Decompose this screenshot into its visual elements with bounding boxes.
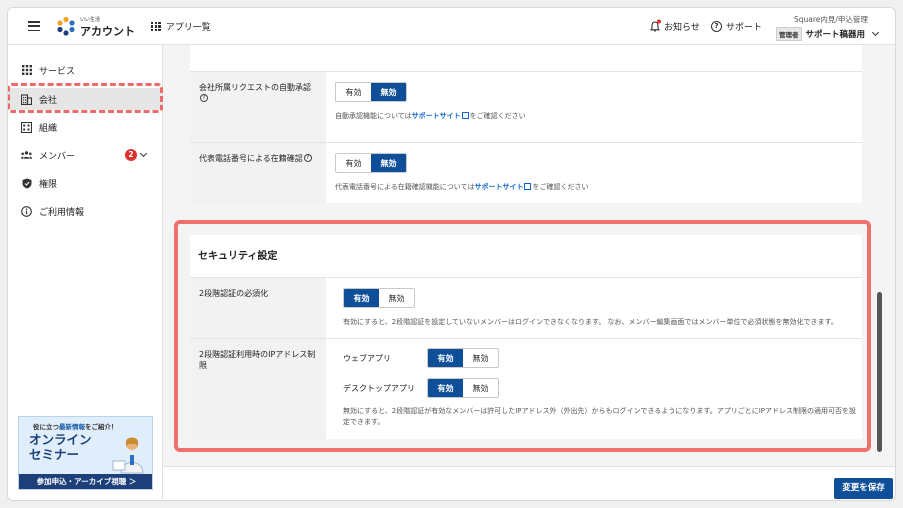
support-site-link[interactable]: サポートサイト: [412, 112, 461, 120]
sidebar: サービス 会社 組織 メンバー 2 権限 ご利用情報 役に立つ最新情報をご紹介！…: [8, 45, 163, 500]
chevron-down-icon[interactable]: [139, 149, 148, 158]
notice-label: お知らせ: [664, 23, 700, 33]
footer-bar: 変更を保存: [163, 466, 895, 500]
sidebar-item-label: 組織: [39, 123, 58, 134]
presenter-illustration-icon: [112, 437, 144, 474]
toggle-off-option[interactable]: 無効: [371, 83, 406, 101]
help-circle-icon: ?: [711, 21, 722, 32]
user-menu[interactable]: 管理者 サポート稿器用: [776, 27, 880, 41]
logo-title: アカウント: [80, 25, 135, 38]
support-button[interactable]: ? サポート: [711, 20, 762, 33]
sidebar-item-label: メンバー: [39, 151, 76, 162]
banner-tagline: 役に立つ最新情報をご紹介！: [33, 423, 118, 431]
notification-badge: 2: [125, 149, 137, 161]
help-icon[interactable]: ?: [200, 94, 208, 102]
setting-help-text: 自動承認機能についてはサポートサイト をご確認ください: [335, 112, 526, 120]
sidebar-item-label: サービス: [39, 66, 76, 77]
info-icon: [21, 205, 32, 217]
hamburger-menu-icon[interactable]: [28, 21, 40, 32]
app-list-label: アプリ一覧: [165, 23, 211, 33]
top-header: いい生活 アカウント アプリ一覧 お知らせ ? サポート Square内見/申込…: [8, 8, 895, 45]
sidebar-item-usage-info[interactable]: ご利用情報: [8, 200, 163, 222]
support-site-link[interactable]: サポートサイト: [474, 183, 523, 191]
auto-approve-toggle[interactable]: 有効 無効: [335, 82, 407, 102]
setting-row-auto-approve: 会社所属リクエストの自動承認? 有効 無効 自動承認機能についてはサポートサイト…: [190, 71, 862, 142]
role-badge: 管理者: [776, 27, 802, 41]
grid-icon: [151, 21, 161, 32]
phone-verify-toggle[interactable]: 有効 無効: [335, 153, 407, 173]
sidebar-item-label: 権限: [39, 179, 58, 190]
banner-title: オンライン セミナー: [29, 432, 92, 462]
toggle-off-option[interactable]: 無効: [371, 154, 406, 172]
banner-cta[interactable]: 参加申込・アーカイブ視聴 ＞: [19, 474, 152, 489]
grid-icon: [21, 65, 32, 76]
members-icon: [21, 150, 32, 161]
org-icon: [21, 121, 32, 133]
app-list-button[interactable]: アプリ一覧: [151, 20, 211, 33]
company-highlight-annotation: [8, 83, 163, 113]
setting-row-phone-verify: 代表電話番号による在籍確認? 有効 無効 代表電話番号による在籍確認機能について…: [190, 142, 862, 203]
scrollbar-thumb[interactable]: [877, 292, 882, 452]
setting-label: 代表電話番号による在籍確認?: [190, 143, 326, 203]
security-highlight-annotation: [174, 220, 871, 452]
setting-label: 会社所属リクエストの自動承認?: [190, 72, 326, 142]
external-link-icon: [461, 112, 469, 119]
notice-button[interactable]: お知らせ: [649, 19, 700, 33]
chevron-down-icon: [871, 28, 880, 37]
user-name: サポート稿器用: [805, 30, 866, 40]
sidebar-item-organization[interactable]: 組織: [8, 116, 163, 138]
help-icon[interactable]: ?: [303, 154, 312, 162]
bell-icon: [649, 19, 661, 32]
setting-help-text: 代表電話番号による在籍確認機能についてはサポートサイト をご確認ください: [335, 183, 589, 191]
user-organization: Square内見/申込管理: [794, 15, 868, 24]
support-label: サポート: [726, 23, 763, 33]
save-button[interactable]: 変更を保存: [834, 478, 893, 499]
sidebar-item-label: ご利用情報: [39, 207, 85, 218]
logo-subtitle: いい生活: [80, 17, 101, 23]
sidebar-item-members[interactable]: メンバー 2: [8, 144, 163, 166]
shield-icon: [21, 178, 32, 189]
external-link-icon: [524, 183, 532, 190]
seminar-banner[interactable]: 役に立つ最新情報をご紹介！ オンライン セミナー 参加申込・アーカイブ視聴 ＞: [18, 416, 153, 490]
sidebar-item-services[interactable]: サービス: [8, 59, 163, 81]
toggle-on-option[interactable]: 有効: [336, 154, 371, 172]
toggle-on-option[interactable]: 有効: [336, 83, 371, 101]
company-settings-card: 会社所属リクエストの自動承認? 有効 無効 自動承認機能についてはサポートサイト…: [190, 45, 862, 203]
sidebar-item-permissions[interactable]: 権限: [8, 172, 163, 194]
logo-icon: [57, 16, 75, 36]
